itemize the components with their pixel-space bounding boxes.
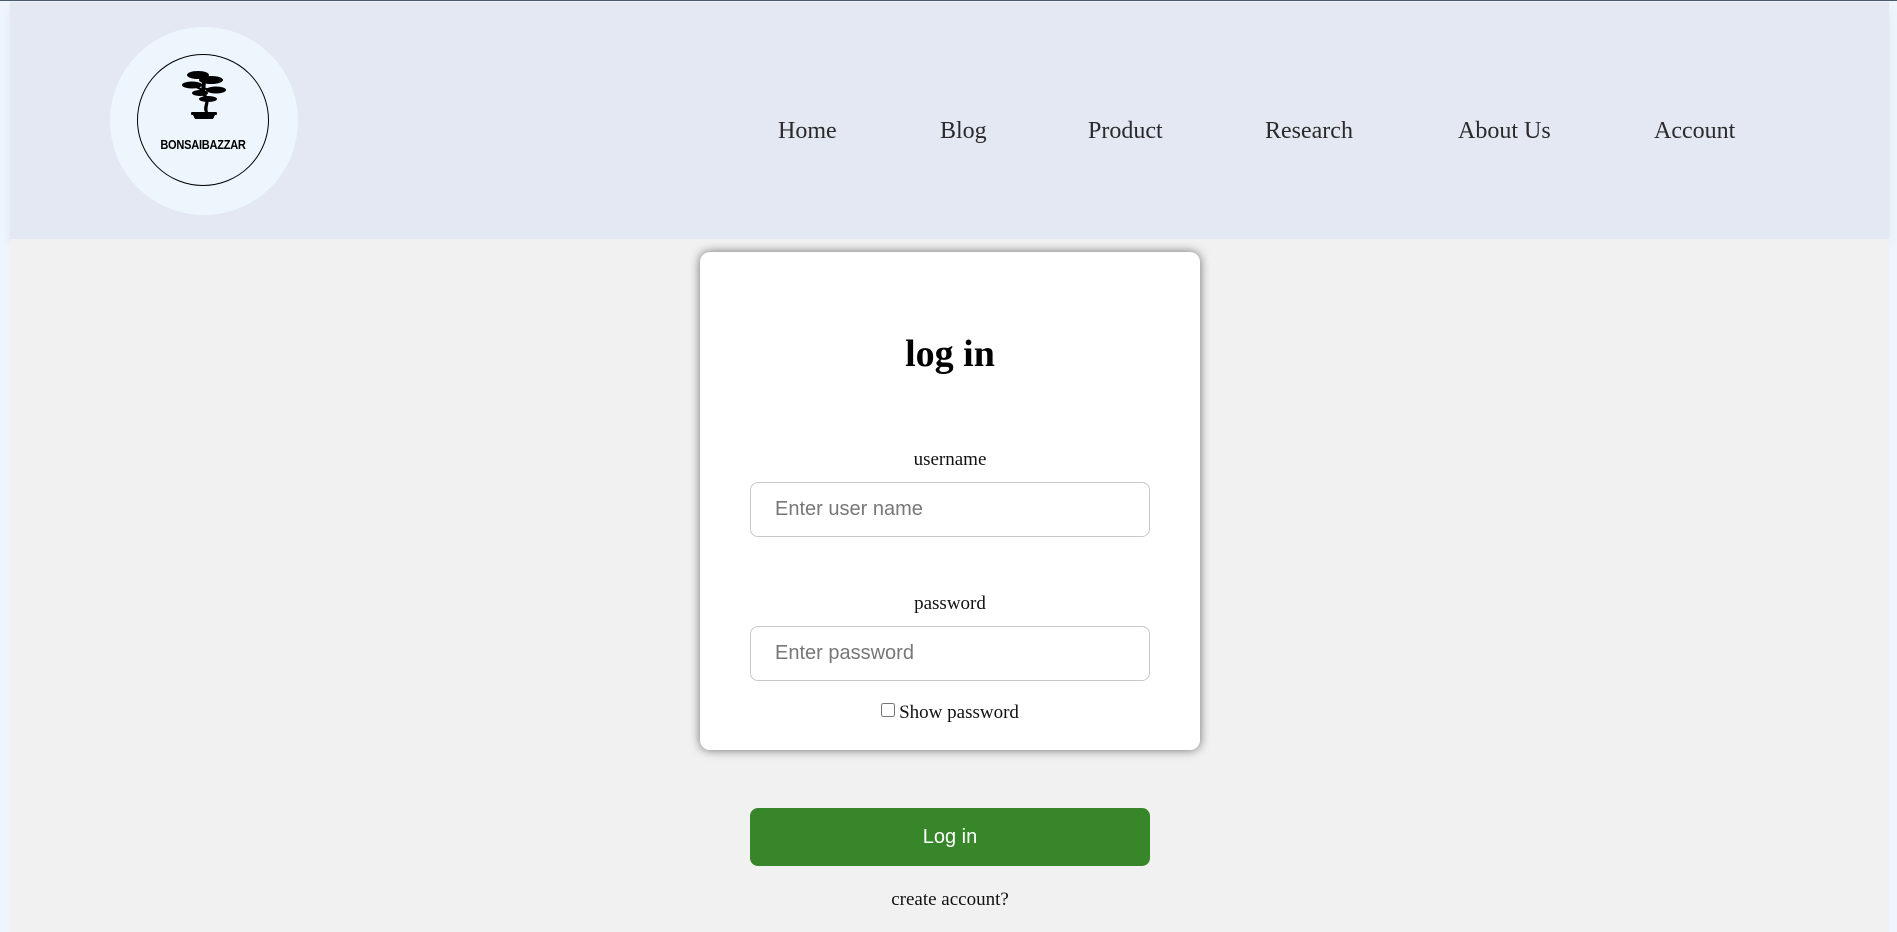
show-password-row: Show password: [700, 702, 1200, 724]
password-label: password: [914, 593, 986, 614]
nav-item-home[interactable]: Home: [778, 118, 837, 145]
password-input[interactable]: [750, 626, 1150, 681]
show-password-label: Show password: [899, 702, 1019, 723]
main-nav: Home Blog Product Research About Us Acco…: [10, 118, 1889, 148]
nav-item-product[interactable]: Product: [1088, 118, 1163, 145]
main-content: log in username password Show password L…: [10, 239, 1889, 932]
login-card: log in username password Show password: [700, 252, 1200, 750]
show-password-checkbox[interactable]: [881, 703, 896, 717]
bonsai-tree-icon: [182, 71, 226, 119]
nav-item-blog[interactable]: Blog: [940, 118, 987, 145]
nav-item-account[interactable]: Account: [1654, 118, 1735, 145]
nav-item-research[interactable]: Research: [1265, 118, 1353, 145]
nav-item-about-us[interactable]: About Us: [1458, 118, 1551, 145]
create-account-link[interactable]: create account?: [750, 889, 1150, 911]
page: BONSAIBAZZAR Home Blog Product Research …: [0, 0, 1897, 932]
username-input[interactable]: [750, 482, 1150, 537]
site-header: BONSAIBAZZAR Home Blog Product Research …: [10, 2, 1889, 239]
login-button[interactable]: Log in: [750, 808, 1150, 866]
login-title: log in: [905, 333, 995, 375]
username-label: username: [913, 449, 987, 470]
